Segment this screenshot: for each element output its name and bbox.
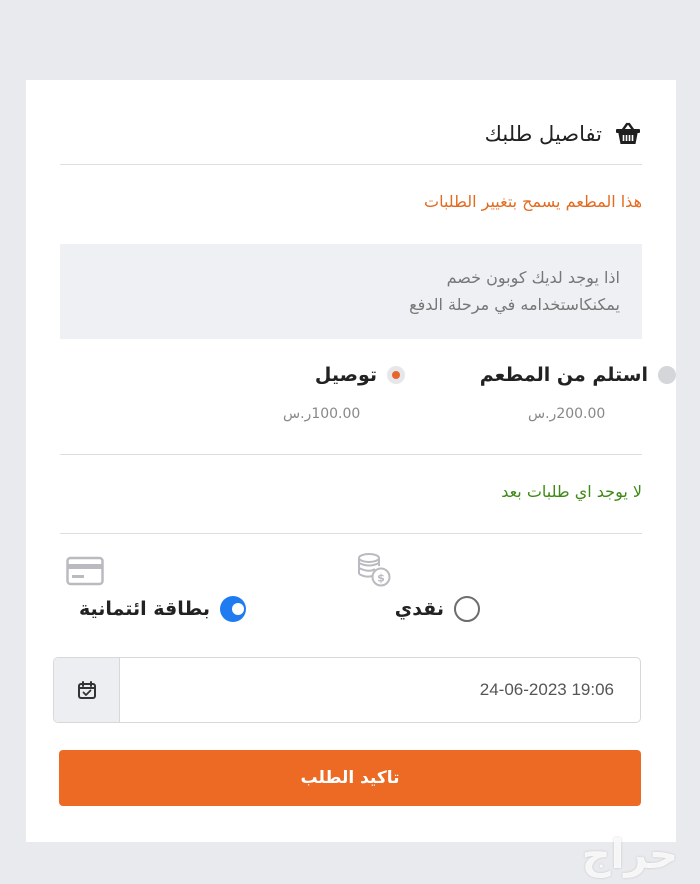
- empty-orders-notice: لا يوجد اي طلبات بعد: [501, 482, 642, 501]
- credit-card-option[interactable]: بطاقة ائتمانية: [79, 596, 246, 622]
- pickup-price: 200.00ر.س: [528, 406, 606, 422]
- order-header: تفاصيل طلبك: [60, 114, 642, 154]
- delivery-radio[interactable]: [387, 366, 405, 384]
- coupon-line-2: يمكنكاستخدامه في مرحلة الدفع: [409, 295, 620, 314]
- basket-icon: [616, 122, 640, 144]
- svg-text:$: $: [377, 572, 385, 585]
- confirm-order-button[interactable]: تاكيد الطلب: [59, 750, 641, 806]
- divider: [60, 533, 642, 534]
- delivery-price: 100.00ر.س: [283, 406, 361, 422]
- datetime-input[interactable]: 24-06-2023 19:06: [120, 658, 640, 722]
- divider: [60, 454, 642, 455]
- order-details-card: تفاصيل طلبك هذا المطعم يسمح بتغيير الطلب…: [26, 80, 676, 842]
- coins-icon: $: [358, 553, 391, 587]
- cash-option[interactable]: نقدي: [395, 596, 480, 622]
- page-title: تفاصيل طلبك: [484, 122, 602, 146]
- credit-card-label: بطاقة ائتمانية: [78, 598, 210, 620]
- calendar-button[interactable]: [54, 658, 120, 722]
- delivery-option[interactable]: توصيل: [315, 364, 405, 386]
- credit-card-icon: [66, 556, 104, 586]
- watermark-logo: حراج: [581, 832, 678, 878]
- datetime-field[interactable]: 24-06-2023 19:06: [53, 657, 641, 723]
- credit-card-radio[interactable]: [220, 596, 246, 622]
- modify-orders-notice: هذا المطعم يسمح بتغيير الطلبات: [424, 192, 642, 211]
- coupon-info-box: اذا يوجد لديك كوبون خصم يمكنكاستخدامه في…: [60, 244, 642, 339]
- delivery-label: توصيل: [314, 364, 377, 386]
- divider: [60, 164, 642, 165]
- cash-label: نقدي: [394, 598, 444, 620]
- pickup-radio[interactable]: [658, 366, 676, 384]
- pickup-option[interactable]: استلم من المطعم: [480, 364, 676, 386]
- cash-radio[interactable]: [454, 596, 480, 622]
- coupon-line-1: اذا يوجد لديك كوبون خصم: [446, 268, 620, 287]
- calendar-icon: [77, 681, 96, 699]
- pickup-label: استلم من المطعم: [479, 364, 648, 386]
